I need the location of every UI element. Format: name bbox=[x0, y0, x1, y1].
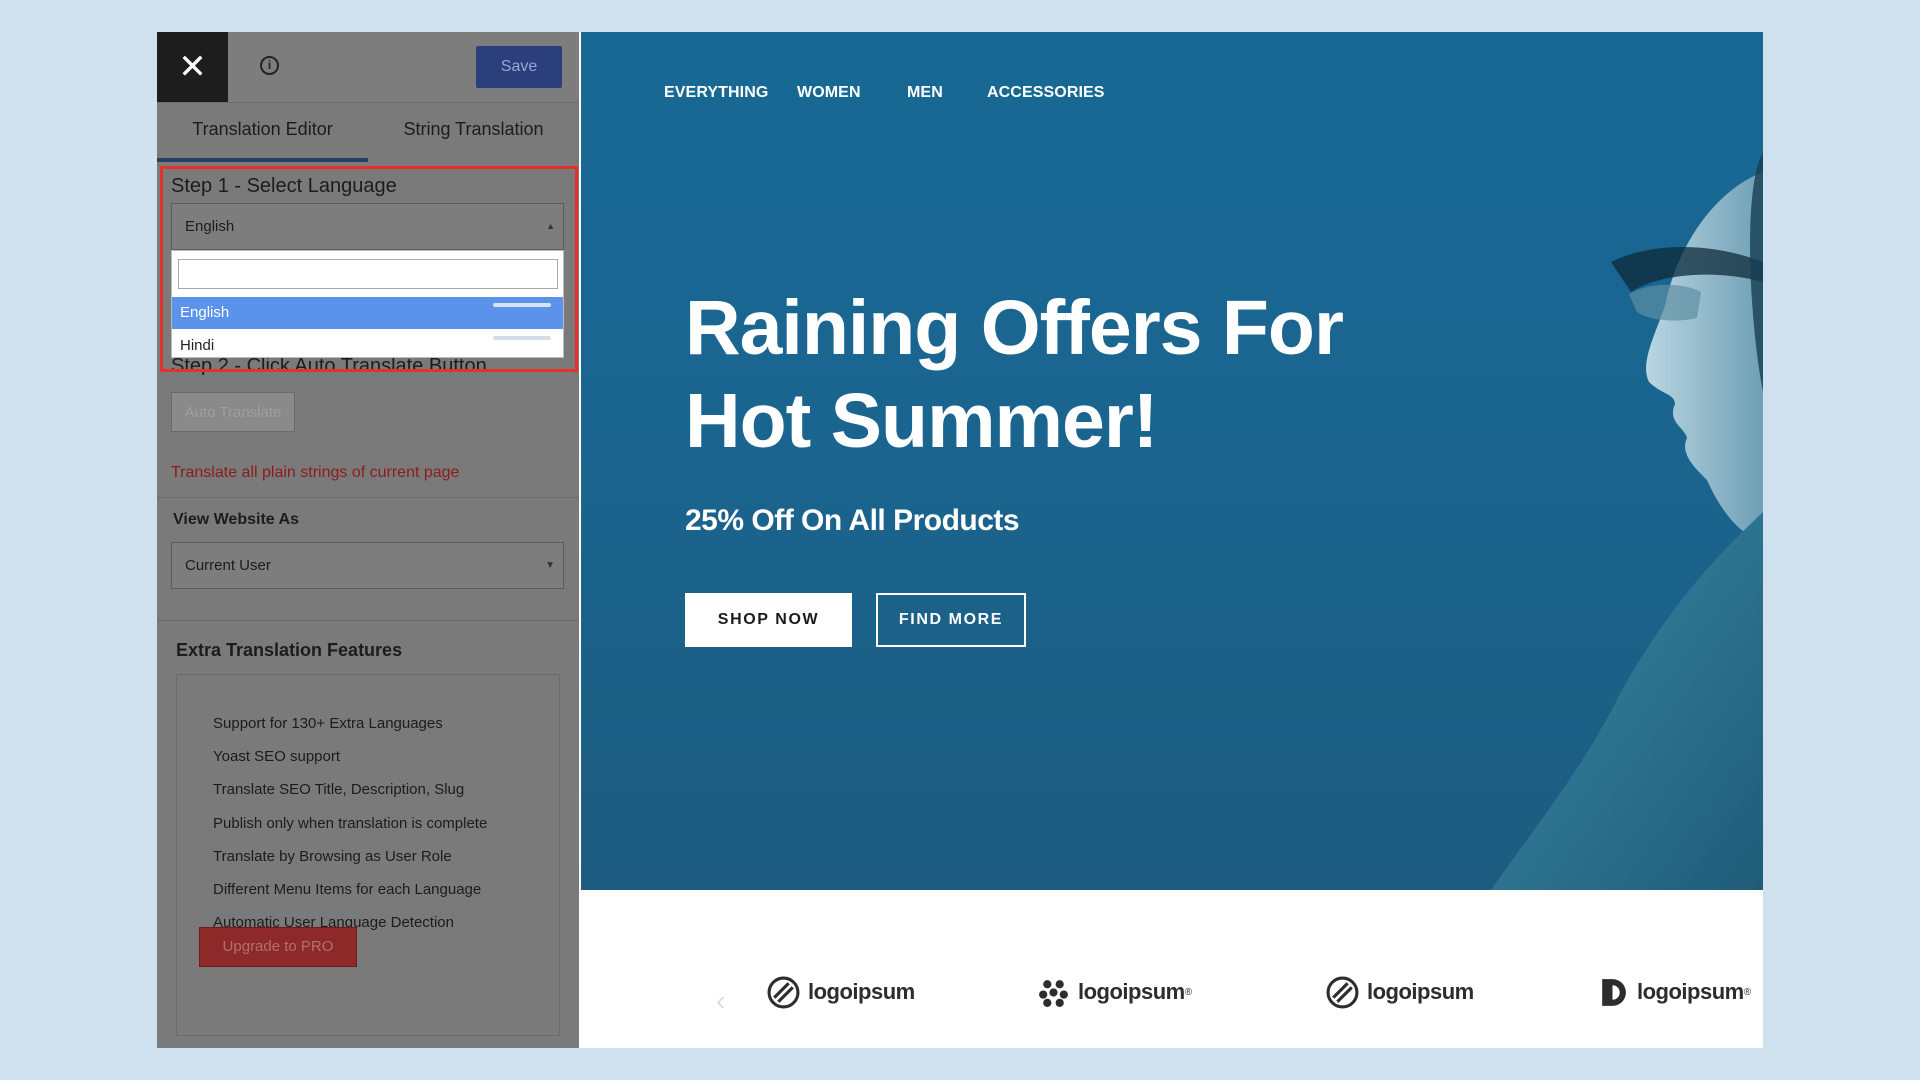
hero-subhead: 25% Off On All Products bbox=[685, 504, 1020, 537]
logo-text: logoipsum bbox=[1367, 979, 1474, 1004]
logo-text: logoipsum bbox=[1078, 979, 1185, 1004]
upgrade-pro-button[interactable]: Upgrade to PRO bbox=[199, 927, 357, 967]
app-frame: ✕ i Save Translation Editor String Trans… bbox=[157, 32, 1763, 1048]
logo-text: logoipsum bbox=[808, 979, 915, 1004]
model-photo bbox=[1491, 152, 1763, 890]
trademark: ® bbox=[1184, 986, 1193, 998]
half-moon-logo-icon bbox=[1602, 978, 1626, 1006]
find-more-button[interactable]: FIND MORE bbox=[876, 593, 1026, 647]
circle-slash-logo-icon bbox=[1326, 976, 1359, 1008]
step1-heading: Step 1 - Select Language bbox=[171, 175, 397, 197]
panel-topbar: ✕ i Save bbox=[157, 32, 579, 103]
option-indicator bbox=[493, 336, 551, 340]
carousel-prev-icon[interactable]: ‹ bbox=[716, 985, 725, 1017]
feature-item: Different Menu Items for each Language bbox=[213, 881, 482, 898]
dots-cluster-logo-icon bbox=[1039, 979, 1068, 1007]
hero-headline: Raining Offers For Hot Summer! bbox=[685, 282, 1405, 468]
language-dropdown: English Hindi bbox=[171, 250, 564, 358]
trademark: ® bbox=[1743, 986, 1752, 998]
view-as-select[interactable]: Current User ▼ bbox=[171, 542, 564, 589]
language-option-hindi[interactable]: Hindi bbox=[172, 330, 563, 362]
nav-women[interactable]: WOMEN bbox=[797, 84, 861, 102]
auto-translate-note: Translate all plain strings of current p… bbox=[171, 464, 460, 481]
logo-strip: ‹ logoipsum logoipsum ® logoipsum logoip… bbox=[581, 890, 1763, 1048]
nav-men[interactable]: MEN bbox=[907, 84, 943, 102]
feature-item: Translate SEO Title, Description, Slug bbox=[213, 781, 465, 798]
extra-features-title: Extra Translation Features bbox=[176, 640, 403, 660]
language-select-value: English bbox=[185, 218, 235, 235]
feature-item: Translate by Browsing as User Role bbox=[213, 848, 452, 865]
close-icon: ✕ bbox=[178, 48, 207, 86]
partner-logo: logoipsum bbox=[1326, 972, 1474, 1012]
view-as-label: View Website As bbox=[173, 511, 299, 528]
tab-string-translation[interactable]: String Translation bbox=[368, 103, 579, 162]
option-indicator bbox=[493, 303, 551, 307]
partner-logo: logoipsum ® bbox=[1037, 972, 1192, 1012]
divider bbox=[157, 620, 579, 621]
nav-accessories[interactable]: ACCESSORIES bbox=[987, 84, 1105, 102]
logo-text: logoipsum bbox=[1637, 979, 1744, 1004]
tab-translation-editor[interactable]: Translation Editor bbox=[157, 103, 368, 162]
partner-logo: logoipsum bbox=[767, 972, 915, 1012]
option-label: English bbox=[180, 304, 230, 321]
extra-features-box: Support for 130+ Extra Languages Yoast S… bbox=[176, 674, 560, 1036]
language-search-input[interactable] bbox=[178, 259, 558, 289]
shop-now-button[interactable]: SHOP NOW bbox=[685, 593, 852, 647]
nav-everything[interactable]: EVERYTHING bbox=[664, 84, 768, 102]
close-button[interactable]: ✕ bbox=[157, 32, 228, 102]
hero-headline-line1: Raining Offers For bbox=[685, 285, 1344, 371]
auto-translate-button[interactable]: Auto Translate bbox=[171, 392, 295, 432]
translation-panel: ✕ i Save Translation Editor String Trans… bbox=[157, 32, 579, 1048]
save-button[interactable]: Save bbox=[476, 46, 562, 88]
feature-item: Publish only when translation is complet… bbox=[213, 815, 488, 832]
caret-up-icon: ▲ bbox=[546, 221, 555, 231]
feature-item: Support for 130+ Extra Languages bbox=[213, 715, 443, 732]
hero-section: EVERYTHING WOMEN MEN ACCESSORIES Raining… bbox=[581, 32, 1763, 890]
language-select[interactable]: English ▲ bbox=[171, 203, 564, 250]
language-option-english[interactable]: English bbox=[172, 297, 563, 329]
view-as-value: Current User bbox=[185, 557, 271, 574]
hero-headline-line2: Hot Summer! bbox=[685, 378, 1158, 464]
panel-tabs: Translation Editor String Translation bbox=[157, 103, 579, 162]
circle-slash-logo-icon bbox=[767, 976, 800, 1008]
info-icon[interactable]: i bbox=[260, 56, 279, 75]
caret-down-icon: ▼ bbox=[545, 560, 555, 571]
option-label: Hindi bbox=[180, 337, 215, 354]
partner-logo: logoipsum ® bbox=[1596, 972, 1751, 1012]
feature-item: Yoast SEO support bbox=[213, 748, 341, 765]
divider bbox=[157, 497, 579, 498]
